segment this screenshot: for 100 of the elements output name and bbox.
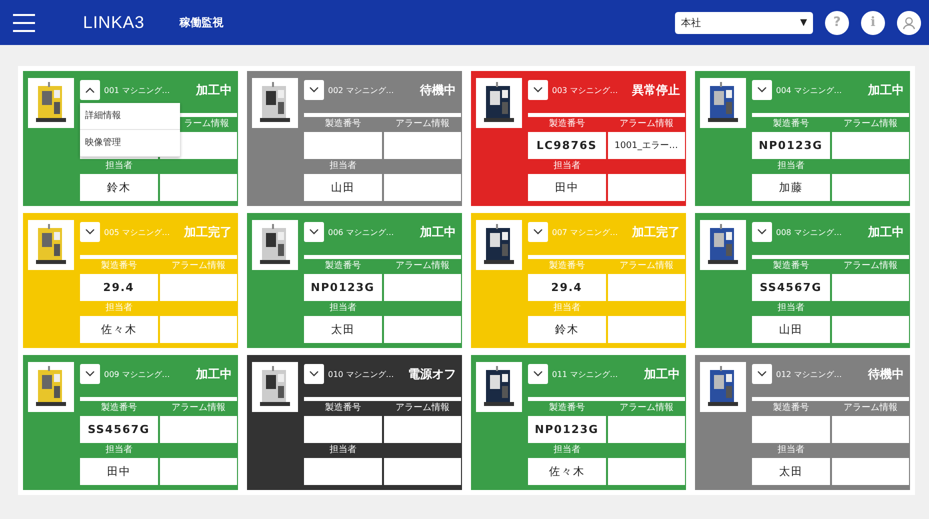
toggle-button[interactable] (752, 222, 772, 242)
field-label: アラーム情報 (618, 118, 674, 131)
status-label: 加工中 (420, 224, 456, 240)
machine-name: 009 マシニング… (104, 368, 170, 380)
chevron-down-icon (533, 229, 543, 235)
toggle-button[interactable] (304, 80, 324, 100)
field-label: アラーム情報 (842, 402, 898, 415)
status-label: 加工中 (196, 82, 232, 98)
machine-name: 011 マシニング… (552, 368, 618, 380)
chevron-down-icon (757, 87, 767, 93)
field-label: 製造番号 (772, 118, 810, 131)
toggle-button[interactable] (304, 364, 324, 384)
field-label: アラーム情報 (842, 118, 898, 131)
field-label: アラーム情報 (394, 260, 450, 273)
toggle-button[interactable] (528, 222, 548, 242)
field-label: 担当者 (776, 160, 806, 173)
value-cell: NP0123G (528, 416, 606, 443)
machine-name: 012 マシニング… (776, 368, 842, 380)
value-cell: 29.4 (80, 274, 158, 301)
value-cell: 太田 (752, 458, 830, 485)
field-label: 担当者 (328, 444, 358, 457)
toggle-button[interactable] (528, 80, 548, 100)
toggle-button[interactable] (752, 80, 772, 100)
chevron-down-icon (309, 229, 319, 235)
value-cell: 太田 (304, 316, 382, 343)
logo: LINKA3 (83, 12, 145, 32)
field-label: 製造番号 (324, 118, 362, 131)
chevron-down-icon (533, 371, 543, 377)
field-label: アラーム情報 (394, 402, 450, 415)
machine-name: 001 マシニング… (104, 84, 170, 96)
toggle-button[interactable] (304, 222, 324, 242)
value-cell: 佐々木 (528, 458, 606, 485)
value-cell: 山田 (304, 174, 382, 201)
menu-item[interactable]: 映像管理 (80, 130, 180, 157)
chevron-down-icon (309, 371, 319, 377)
value-cell: 1001_エラー… (608, 132, 685, 159)
field-label: 担当者 (104, 302, 134, 315)
toggle-button[interactable] (80, 222, 100, 242)
value-cell: 田中 (80, 458, 158, 485)
field-label: アラーム情報 (618, 260, 674, 273)
menu-item[interactable]: 詳細情報 (80, 103, 180, 130)
toggle-button[interactable] (528, 364, 548, 384)
machine-name: 010 マシニング… (328, 368, 394, 380)
field-label: 担当者 (552, 160, 582, 173)
field-label: 担当者 (104, 160, 134, 173)
field-label: アラーム情報 (618, 402, 674, 415)
field-label: 担当者 (776, 444, 806, 457)
machine-name: 003 マシニング… (552, 84, 618, 96)
menu-icon[interactable] (13, 14, 35, 32)
field-label: ラーム情報 (183, 118, 230, 131)
field-label: 担当者 (104, 444, 134, 457)
field-label: アラーム情報 (842, 260, 898, 273)
value-cell: 加藤 (752, 174, 830, 201)
machine-name: 008 マシニング… (776, 226, 842, 238)
value-cell: 29.4 (528, 274, 606, 301)
value-cell: NP0123G (752, 132, 830, 159)
toggle-button[interactable] (80, 364, 100, 384)
chevron-down-icon (533, 87, 543, 93)
chevron-down-icon (757, 229, 767, 235)
field-label: 担当者 (328, 160, 358, 173)
field-label: 担当者 (552, 302, 582, 315)
field-label: 製造番号 (324, 402, 362, 415)
field-label: 製造番号 (548, 402, 586, 415)
value-cell: 佐々木 (80, 316, 158, 343)
value-cell: SS4567G (80, 416, 158, 443)
machine-name: 002 マシニング… (328, 84, 394, 96)
machine-name: 005 マシニング… (104, 226, 170, 238)
value-cell: 田中 (528, 174, 606, 201)
location-select[interactable]: 本社 ▼ (675, 12, 813, 34)
toggle-button[interactable] (80, 80, 100, 100)
field-label: アラーム情報 (170, 402, 226, 415)
status-label: 加工中 (868, 224, 904, 240)
status-label: 加工中 (196, 366, 232, 382)
field-label: 製造番号 (772, 402, 810, 415)
status-label: 加工完了 (184, 224, 232, 240)
value-cell: 山田 (752, 316, 830, 343)
chevron-down-icon (757, 371, 767, 377)
value-cell: LC9876S (528, 132, 606, 159)
value-cell: 鈴木 (80, 174, 158, 201)
status-label: 加工中 (868, 82, 904, 98)
status-label: 加工中 (644, 366, 680, 382)
field-label: 製造番号 (772, 260, 810, 273)
page-title: 稼働監視 (180, 15, 224, 30)
field-label: 担当者 (552, 444, 582, 457)
status-label: 異常停止 (632, 82, 680, 98)
chevron-down-icon (85, 229, 95, 235)
field-label: 製造番号 (548, 118, 586, 131)
status-label: 待機中 (420, 82, 456, 98)
user-icon[interactable] (897, 10, 921, 34)
field-label: アラーム情報 (170, 260, 226, 273)
field-label: アラーム情報 (394, 118, 450, 131)
field-label: 担当者 (328, 302, 358, 315)
status-label: 待機中 (868, 366, 904, 382)
field-label: 担当者 (776, 302, 806, 315)
chevron-down-icon (85, 371, 95, 377)
status-label: 電源オフ (408, 366, 456, 382)
toggle-button[interactable] (752, 364, 772, 384)
chevron-up-icon (85, 87, 95, 93)
field-label: 製造番号 (100, 402, 138, 415)
machine-name: 007 マシニング… (552, 226, 618, 238)
